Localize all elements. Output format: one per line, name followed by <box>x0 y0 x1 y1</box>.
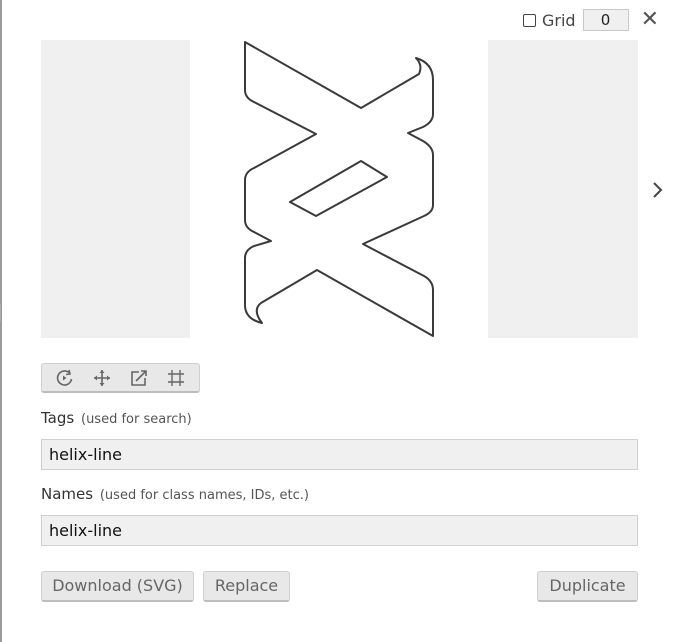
names-label: Names (used for class names, IDs, etc.) <box>41 485 309 503</box>
resize-icon <box>131 369 147 386</box>
names-input[interactable] <box>41 515 638 546</box>
crop-button[interactable] <box>163 366 189 390</box>
grid-checkbox[interactable] <box>522 13 536 27</box>
move-button[interactable] <box>89 366 115 390</box>
tags-hint: (used for search) <box>81 412 192 427</box>
duplicate-button[interactable]: Duplicate <box>537 571 638 602</box>
tags-label-text: Tags <box>41 409 75 427</box>
resize-button[interactable] <box>126 366 152 390</box>
chevron-right-icon[interactable] <box>650 178 666 202</box>
close-icon[interactable]: ✕ <box>641 9 659 31</box>
download-svg-button[interactable]: Download (SVG) <box>41 571 194 602</box>
tags-label: Tags (used for search) <box>41 409 192 427</box>
rotate-icon <box>56 369 72 386</box>
preview-canvas <box>190 40 488 338</box>
grid-label: Grid <box>541 10 576 30</box>
helix-line-icon <box>244 41 434 337</box>
grid-size-input[interactable] <box>582 9 629 31</box>
icon-preview <box>41 40 638 338</box>
names-label-text: Names <box>41 485 94 503</box>
replace-button[interactable]: Replace <box>203 571 290 602</box>
move-icon <box>93 369 110 386</box>
edit-toolbar <box>41 363 200 393</box>
tags-input[interactable] <box>41 439 638 470</box>
resize-handle[interactable] <box>0 304 4 322</box>
names-hint: (used for class names, IDs, etc.) <box>99 488 309 503</box>
rotate-button[interactable] <box>52 366 78 390</box>
dialog-header: Grid ✕ <box>522 8 659 32</box>
crop-icon <box>168 369 185 386</box>
